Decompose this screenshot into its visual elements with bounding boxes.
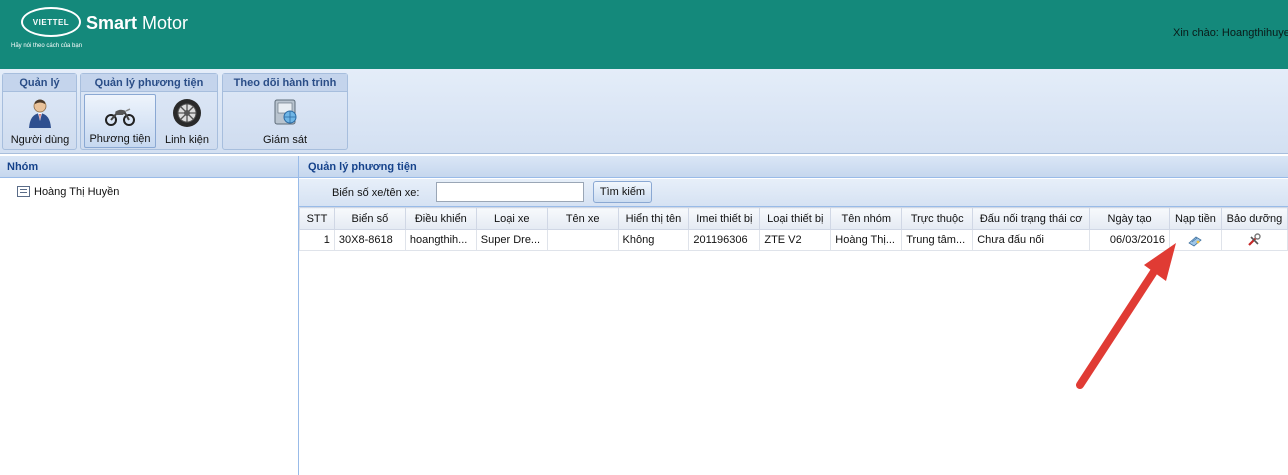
viettel-logo: VIETTEL	[21, 7, 81, 37]
linh-kien-button[interactable]: Linh kiện	[159, 94, 215, 148]
column-header-ten-nhom[interactable]: Tên nhóm	[830, 207, 903, 230]
cell-dau-noi: Chưa đấu nối	[972, 229, 1091, 251]
ribbon-group-title: Theo dõi hành trình	[223, 74, 347, 92]
cell-truc-thuoc: Trung tâm...	[901, 229, 974, 251]
column-header-loai-xe[interactable]: Loại xe	[475, 207, 548, 230]
ribbon-toolbar: Quản lý Người dùng Quản lý phương tiện P…	[0, 69, 1288, 154]
column-header-loai-thiet-bi[interactable]: Loại thiết bị	[759, 207, 832, 230]
user-greeting: Xin chào: Hoangthihuye	[1173, 27, 1288, 39]
motorbike-icon	[105, 108, 135, 126]
search-button[interactable]: Tìm kiếm	[593, 181, 652, 203]
vehicle-panel-title: Quản lý phương tiện	[299, 156, 1288, 178]
topup-icon[interactable]	[1187, 233, 1203, 247]
cell-bien-so: 30X8-8618	[333, 229, 406, 251]
search-label: Biển số xe/tên xe:	[332, 187, 420, 199]
tree-node-group[interactable]: Hoàng Thị Huyền	[17, 186, 119, 198]
cell-stt: 1	[299, 229, 335, 251]
giam-sat-label: Giám sát	[262, 134, 307, 146]
column-header-dau-noi[interactable]: Đấu nối trạng thái cơ	[972, 207, 1091, 230]
cell-nap-tien	[1168, 229, 1222, 251]
app-title-rest: Motor	[137, 13, 189, 33]
column-header-ngay-tao[interactable]: Ngày tạo	[1089, 207, 1170, 230]
cell-hien-thi-ten: Không	[617, 229, 690, 251]
maintenance-icon[interactable]	[1246, 233, 1262, 247]
column-header-bao-duong[interactable]: Bảo dưỡng	[1220, 207, 1288, 230]
app-title: Smart Motor	[86, 13, 188, 34]
phuong-tien-label: Phương tiện	[89, 133, 151, 145]
group-node-icon	[17, 186, 30, 197]
linh-kien-label: Linh kiện	[164, 134, 210, 146]
column-header-truc-thuoc[interactable]: Trực thuộc	[901, 207, 974, 230]
column-header-imei[interactable]: Imei thiết bị	[688, 207, 761, 230]
column-header-ten-xe[interactable]: Tên xe	[546, 207, 619, 230]
nguoi-dung-label: Người dùng	[10, 134, 70, 146]
app-title-bold: Smart	[86, 13, 138, 33]
column-header-nap-tien[interactable]: Nạp tiền	[1168, 207, 1222, 230]
cell-bao-duong	[1220, 229, 1288, 251]
brand-name: VIETTEL	[32, 18, 70, 27]
cell-ngay-tao: 06/03/2016	[1089, 229, 1170, 251]
app-header: VIETTEL Smart Motor Hãy nói theo cách củ…	[0, 0, 1288, 69]
column-header-bien-so[interactable]: Biển số	[333, 207, 406, 230]
user-icon	[29, 99, 51, 128]
group-tree-panel: Nhóm Hoàng Thị Huyền	[0, 156, 299, 475]
phuong-tien-button[interactable]: Phương tiện	[84, 94, 156, 148]
cell-ten-xe	[546, 229, 619, 251]
ribbon-group-title: Quản lý phương tiện	[81, 74, 217, 92]
cell-imei: 201196306	[688, 229, 761, 251]
giam-sat-button[interactable]: Giám sát	[248, 94, 322, 148]
tire-icon	[173, 99, 201, 127]
cell-loai-thiet-bi: ZTE V2	[759, 229, 832, 251]
vehicle-management-panel: Quản lý phương tiện Biển số xe/tên xe: T…	[299, 156, 1288, 475]
column-header-dieu-khien[interactable]: Điều khiển	[404, 207, 477, 230]
monitor-icon	[274, 99, 297, 125]
table-row[interactable]: 1 30X8-8618 hoangthih... Super Dre... Kh…	[299, 229, 1288, 251]
search-input[interactable]	[436, 182, 584, 202]
cell-loai-xe: Super Dre...	[475, 229, 548, 251]
cell-dieu-khien: hoangthih...	[404, 229, 477, 251]
cell-ten-nhom: Hoàng Thị...	[830, 229, 903, 251]
tree-node-label: Hoàng Thị Huyền	[34, 186, 120, 198]
ribbon-group-title: Quản lý	[3, 74, 76, 92]
vehicle-table: STT Biển số Điều khiển Loại xe Tên xe Hi…	[299, 207, 1288, 251]
group-panel-title: Nhóm	[0, 156, 298, 178]
search-toolbar: Biển số xe/tên xe: Tìm kiếm	[299, 179, 1288, 207]
ribbon-group-quan-ly: Quản lý Người dùng	[2, 73, 77, 150]
column-header-stt[interactable]: STT	[299, 207, 335, 230]
nguoi-dung-button[interactable]: Người dùng	[7, 94, 73, 148]
slogan: Hãy nói theo cách của bạn	[11, 43, 83, 49]
table-header-row: STT Biển số Điều khiển Loại xe Tên xe Hi…	[299, 207, 1288, 230]
ribbon-group-quan-ly-phuong-tien: Quản lý phương tiện Phương tiện Linh kiệ…	[80, 73, 218, 150]
column-header-hien-thi-ten[interactable]: Hiển thị tên	[617, 207, 690, 230]
ribbon-group-theo-doi-hanh-trinh: Theo dõi hành trình Giám sát	[222, 73, 348, 150]
